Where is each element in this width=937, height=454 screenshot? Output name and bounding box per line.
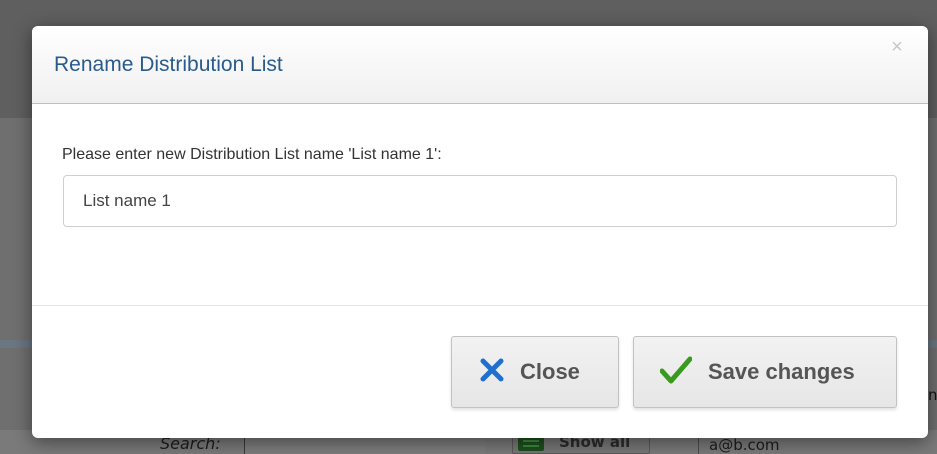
email-cell: a@b.com	[698, 436, 780, 454]
dialog-header: Rename Distribution List ×	[32, 26, 928, 104]
rename-dialog: Rename Distribution List × Please enter …	[32, 26, 928, 438]
checkmark-icon	[659, 356, 693, 389]
close-icon[interactable]: ×	[886, 36, 908, 58]
rename-prompt: Please enter new Distribution List name …	[62, 146, 442, 163]
list-name-input[interactable]	[63, 175, 897, 227]
dialog-footer: Close Save changes	[32, 305, 928, 438]
close-button[interactable]: Close	[451, 336, 619, 408]
x-icon	[480, 358, 504, 387]
save-button-label: Save changes	[708, 359, 855, 384]
clipped-text: n	[928, 386, 937, 404]
save-changes-button[interactable]: Save changes	[633, 336, 897, 408]
dialog-title: Rename Distribution List	[54, 53, 283, 76]
close-button-label: Close	[520, 359, 580, 384]
